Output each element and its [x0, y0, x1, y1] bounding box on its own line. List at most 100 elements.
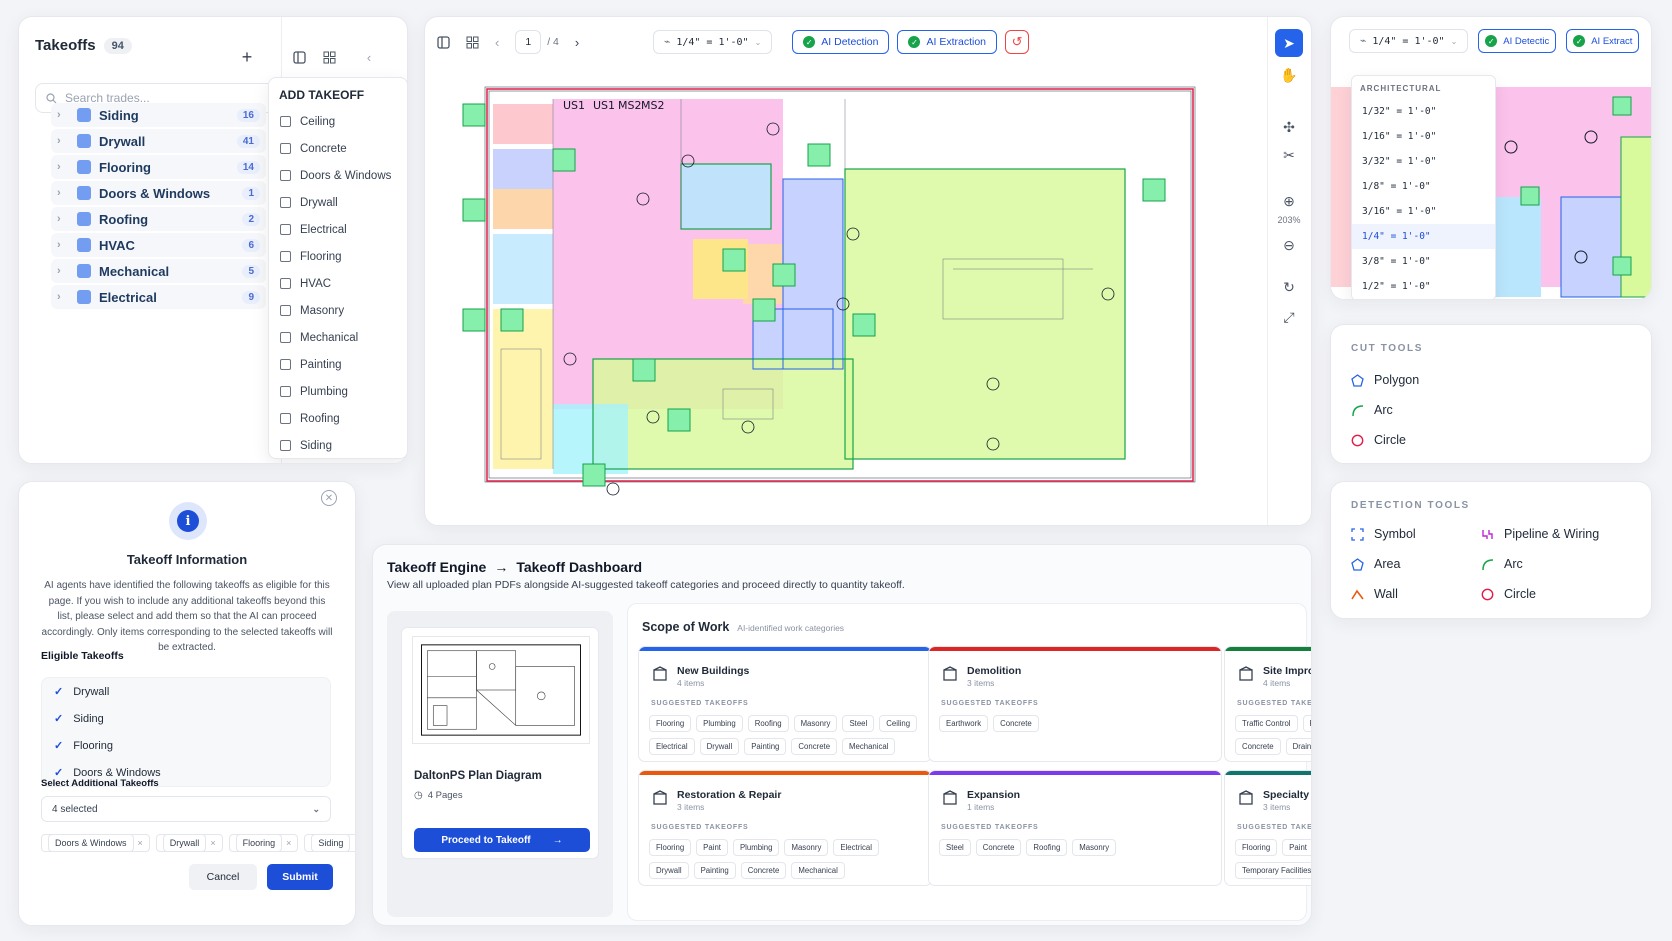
- work-category-card[interactable]: Restoration & Repair 3 items SUGGESTED TAK…: [638, 770, 932, 886]
- suggested-tag[interactable]: Drywall: [699, 738, 740, 755]
- suggested-tag[interactable]: Flooring: [649, 715, 692, 732]
- plan-thumbnail[interactable]: [412, 636, 590, 744]
- chevron-right-icon[interactable]: ›: [57, 109, 69, 121]
- suggested-tag[interactable]: Roofing: [1284, 885, 1312, 886]
- suggested-tag[interactable]: Ceiling: [879, 715, 918, 732]
- suggested-tag[interactable]: Traffic Control: [1235, 715, 1298, 732]
- circle-tool[interactable]: Circle: [1481, 587, 1536, 601]
- suggested-tag[interactable]: Drywall: [649, 862, 689, 879]
- selected-chip[interactable]: Flooring ×: [228, 834, 299, 852]
- suggested-tag[interactable]: Electrical: [649, 738, 695, 755]
- chevron-right-icon[interactable]: ›: [57, 135, 69, 147]
- work-category-card[interactable]: Specialty Construction3 items SUGGESTED T…: [1224, 770, 1312, 886]
- suggested-tag[interactable]: Flooring: [649, 839, 692, 856]
- prev-page-icon[interactable]: ‹: [495, 35, 499, 50]
- suggested-tag[interactable]: Roofing: [1026, 839, 1068, 856]
- suggested-tag[interactable]: Electrical: [833, 839, 880, 856]
- circle-tool[interactable]: Circle: [1351, 433, 1406, 447]
- suggested-tag[interactable]: Concrete: [740, 862, 787, 879]
- breadcrumb-takeoff-engine[interactable]: Takeoff Engine: [387, 559, 486, 575]
- chevron-right-icon[interactable]: ›: [57, 265, 69, 277]
- wall-tool[interactable]: Wall: [1351, 587, 1398, 601]
- add-takeoff-item[interactable]: Painting: [269, 351, 407, 378]
- sidebar-toggle-icon[interactable]: [437, 35, 450, 49]
- suggested-tag[interactable]: Drainage: [1285, 738, 1311, 755]
- chevron-right-icon[interactable]: ›: [57, 213, 69, 225]
- add-takeoff-item[interactable]: HVAC: [269, 270, 407, 297]
- suggested-tag[interactable]: Masonry: [793, 715, 838, 732]
- scale-option[interactable]: 3/16" = 1'-0": [1352, 199, 1495, 224]
- suggested-tag[interactable]: Masonry: [1072, 839, 1117, 856]
- submit-button[interactable]: Submit: [267, 864, 333, 890]
- scale-option[interactable]: 1/32" = 1'-0": [1352, 99, 1495, 124]
- polygon-tool[interactable]: Polygon: [1351, 373, 1419, 387]
- scale-option[interactable]: 3/4" = 1'-0": [1352, 299, 1495, 300]
- proceed-to-takeoff-button[interactable]: Proceed to Takeoff →: [414, 828, 590, 852]
- suggested-tag[interactable]: Masonry: [784, 839, 829, 856]
- nodes-tool-icon[interactable]: ✣: [1275, 113, 1303, 141]
- ai-extraction-button[interactable]: ✓ AI Extract: [1566, 29, 1640, 53]
- suggested-tag[interactable]: Fencing: [1302, 715, 1311, 732]
- work-category-card[interactable]: New Buildings 4 items SUGGESTED TAKEOFFS Fl…: [638, 646, 932, 762]
- suggested-tag[interactable]: Flooring: [1235, 839, 1278, 856]
- suggested-tag[interactable]: Earthwork: [939, 715, 989, 732]
- add-takeoff-item[interactable]: Masonry: [269, 297, 407, 324]
- suggested-tag[interactable]: Mechanical: [791, 862, 845, 879]
- scale-option[interactable]: 3/32" = 1'-0": [1352, 149, 1495, 174]
- add-takeoff-item[interactable]: Plumbing: [269, 378, 407, 405]
- add-takeoff-item[interactable]: Electrical: [269, 216, 407, 243]
- eligible-item[interactable]: ✓ Drywall: [42, 678, 330, 705]
- selected-chip[interactable]: Doors & Windows ×: [41, 834, 150, 852]
- add-takeoff-item[interactable]: Drywall: [269, 189, 407, 216]
- suggested-tag[interactable]: Concrete: [791, 738, 838, 755]
- scale-select[interactable]: ⌁ 1/4" = 1'-0" ⌄: [653, 30, 773, 54]
- scale-option[interactable]: 3/8" = 1'-0": [1352, 249, 1495, 274]
- add-takeoff-item[interactable]: Concrete: [269, 135, 407, 162]
- trade-item[interactable]: › Flooring 14: [51, 155, 266, 179]
- add-takeoff-item[interactable]: Mechanical: [269, 324, 407, 351]
- pointer-tool-icon[interactable]: ➤: [1275, 29, 1303, 57]
- suggested-tag[interactable]: Paint: [696, 839, 728, 856]
- scale-option[interactable]: 1/4" = 1'-0": [1352, 224, 1495, 249]
- cancel-button[interactable]: Cancel: [189, 864, 257, 890]
- scale-option[interactable]: 1/2" = 1'-0": [1352, 274, 1495, 299]
- scissors-icon[interactable]: ✂: [1275, 141, 1303, 169]
- suggested-tag[interactable]: Painting: [744, 738, 787, 755]
- additional-takeoffs-select[interactable]: 4 selected ⌄: [41, 796, 331, 822]
- hand-tool-icon[interactable]: ✋: [1275, 61, 1303, 89]
- add-takeoff-item[interactable]: Siding: [269, 432, 407, 459]
- trade-item[interactable]: › Roofing 2: [51, 207, 266, 231]
- remove-icon[interactable]: ×: [206, 838, 215, 848]
- scale-select[interactable]: ⌁ 1/4" = 1'-0" ⌄: [1349, 29, 1469, 53]
- selected-chip[interactable]: Siding×: [304, 834, 355, 852]
- pipeline-wiring-tool[interactable]: Pipeline & Wiring: [1481, 527, 1599, 541]
- grid-icon[interactable]: [319, 47, 339, 67]
- suggested-tag[interactable]: Painting: [693, 862, 736, 879]
- suggested-tag[interactable]: Concrete: [975, 839, 1022, 856]
- suggested-tag[interactable]: Concrete: [993, 715, 1039, 732]
- add-takeoff-item[interactable]: Ceiling: [269, 108, 407, 135]
- suggested-tag[interactable]: Steel: [939, 839, 971, 856]
- selected-chip[interactable]: Drywall ×: [155, 834, 223, 852]
- suggested-tag[interactable]: Concrete: [1235, 738, 1281, 755]
- floor-plan-drawing[interactable]: US1 US1 MS2 MS2: [453, 69, 1243, 519]
- grid-icon[interactable]: [466, 36, 479, 49]
- scale-option[interactable]: 1/8" = 1'-0": [1352, 174, 1495, 199]
- trade-item[interactable]: › HVAC 6: [51, 233, 266, 257]
- ai-extraction-button[interactable]: ✓ AI Extraction: [897, 30, 998, 54]
- fullscreen-icon[interactable]: ⤢: [1275, 303, 1303, 331]
- collapse-chevron-icon[interactable]: ‹: [359, 47, 379, 67]
- trade-item[interactable]: › Electrical 9: [51, 285, 266, 309]
- work-category-card[interactable]: Demolition 3 items SUGGESTED TAKEOFFS Earth…: [928, 646, 1222, 762]
- remove-icon[interactable]: ×: [350, 838, 355, 848]
- add-takeoff-item[interactable]: Doors & Windows: [269, 162, 407, 189]
- zoom-out-icon[interactable]: ⊖: [1275, 231, 1303, 259]
- chevron-right-icon[interactable]: ›: [57, 291, 69, 303]
- area-tool[interactable]: Area: [1351, 557, 1400, 571]
- eligible-item[interactable]: ✓ Flooring: [42, 732, 330, 759]
- suggested-tag[interactable]: Paint: [1282, 839, 1311, 856]
- chevron-right-icon[interactable]: ›: [57, 239, 69, 251]
- add-icon[interactable]: +: [237, 47, 257, 67]
- suggested-tag[interactable]: Roofing: [747, 715, 789, 732]
- chevron-right-icon[interactable]: ›: [57, 161, 69, 173]
